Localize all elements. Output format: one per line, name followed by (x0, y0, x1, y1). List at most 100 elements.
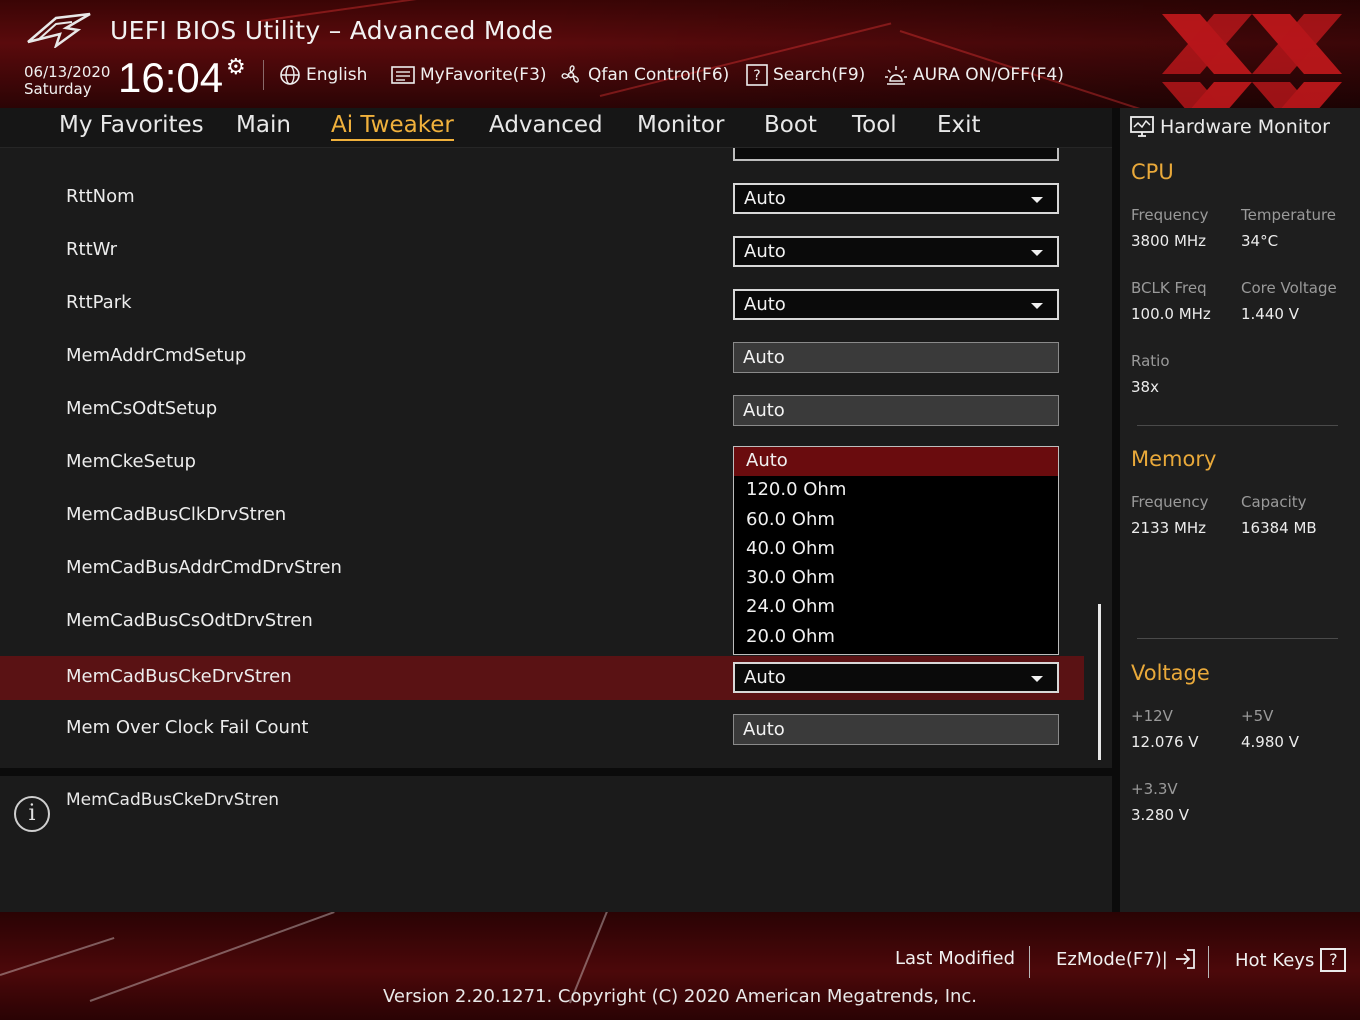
dropdown-arrow-icon (1031, 250, 1043, 256)
dropdown-arrow-icon (1031, 197, 1043, 203)
setting-value: Auto (743, 400, 785, 421)
search-button[interactable]: ? Search(F9) (746, 62, 865, 88)
memory-capacity-label: Capacity (1241, 493, 1307, 511)
tab-monitor[interactable]: Monitor (637, 112, 724, 138)
setting-label: MemCadBusCkeDrvStren (66, 666, 292, 687)
aura-light-icon (885, 66, 907, 85)
cpu-temperature-value: 34°C (1241, 232, 1279, 250)
favorite-list-icon (391, 66, 415, 84)
dropdown-option[interactable]: 40.0 Ohm (734, 535, 1058, 564)
dropdown-options-list: Auto 120.0 Ohm 60.0 Ohm 40.0 Ohm 30.0 Oh… (733, 446, 1059, 655)
dropdown-option[interactable]: Auto (734, 447, 1058, 477)
setting-value: Auto (744, 667, 786, 688)
setting-value: Auto (743, 347, 785, 368)
memory-capacity-value: 16384 MB (1241, 519, 1317, 537)
myfavorite-button[interactable]: MyFavorite(F3) (391, 62, 547, 88)
language-button[interactable]: English (279, 62, 367, 88)
aura-label: AURA ON/OFF(F4) (913, 65, 1064, 85)
hot-keys-button[interactable]: Hot Keys ? (1235, 948, 1347, 972)
dropdown-option[interactable]: 120.0 Ohm (734, 476, 1058, 505)
tab-ai-tweaker[interactable]: Ai Tweaker (331, 112, 454, 141)
bclk-label: BCLK Freq (1131, 279, 1207, 297)
version-text: Version 2.20.1271. Copyright (C) 2020 Am… (382, 986, 978, 1007)
search-label: Search(F9) (773, 65, 866, 85)
setting-label: MemCadBusAddrCmdDrvStren (66, 557, 342, 578)
clock-settings-gear-icon[interactable]: ⚙ (226, 55, 246, 80)
main-menu-tabs: My Favorites Main Ai Tweaker Advanced Mo… (0, 108, 1112, 148)
v12-value: 12.076 V (1131, 733, 1199, 751)
settings-scrollbar[interactable] (1098, 604, 1101, 760)
setting-label: MemCadBusCsOdtDrvStren (66, 610, 313, 631)
cpu-section-title: CPU (1131, 160, 1174, 184)
tab-advanced[interactable]: Advanced (489, 112, 603, 138)
setting-label: Mem Over Clock Fail Count (66, 717, 309, 738)
myfavorite-label: MyFavorite(F3) (420, 65, 547, 85)
setting-value: Auto (744, 188, 786, 209)
ratio-value: 38x (1131, 378, 1159, 396)
setting-label: RttNom (66, 186, 135, 207)
footer-divider (1208, 946, 1209, 978)
header-divider (263, 60, 264, 90)
setting-input[interactable]: Auto (733, 342, 1059, 373)
setting-input[interactable]: Auto (733, 714, 1059, 745)
footer-bar: Last Modified EzMode(F7)| Hot Keys ? Ver… (0, 912, 1360, 1020)
day-text: Saturday (24, 80, 92, 98)
setting-value: Auto (744, 294, 786, 315)
language-label: English (306, 65, 368, 85)
tab-my-favorites[interactable]: My Favorites (59, 112, 204, 138)
help-panel: i MemCadBusCkeDrvStren (0, 776, 1112, 912)
setting-row-rttwr[interactable]: RttWr Auto (0, 229, 1084, 273)
setting-dropdown[interactable]: Auto (733, 183, 1059, 214)
setting-row-rttpark[interactable]: RttPark Auto (0, 282, 1084, 326)
aura-toggle-button[interactable]: AURA ON/OFF(F4) (884, 62, 1064, 88)
section-divider (1137, 425, 1338, 426)
dropdown-option[interactable]: 20.0 Ohm (734, 623, 1058, 652)
app-title: UEFI BIOS Utility – Advanced Mode (110, 16, 554, 45)
setting-dropdown[interactable]: Auto (733, 289, 1059, 320)
setting-row-rttnom[interactable]: RttNom Auto (0, 176, 1084, 220)
info-icon: i (14, 796, 50, 832)
hot-keys-label: Hot Keys (1235, 949, 1315, 971)
hardware-monitor-title: Hardware Monitor (1130, 114, 1330, 140)
help-text: MemCadBusCkeDrvStren (66, 790, 280, 810)
v5-value: 4.980 V (1241, 733, 1299, 751)
monitor-icon (1130, 116, 1154, 137)
dropdown-option[interactable]: 24.0 Ohm (734, 593, 1058, 622)
qfan-control-button[interactable]: Qfan Control(F6) (559, 62, 729, 88)
tab-main[interactable]: Main (236, 112, 291, 138)
clock: 16:04 (118, 54, 224, 101)
cpu-frequency-value: 3800 MHz (1131, 232, 1207, 250)
dropdown-option[interactable]: 30.0 Ohm (734, 564, 1058, 593)
setting-label: MemCsOdtSetup (66, 398, 218, 419)
setting-label: RttPark (66, 292, 132, 313)
help-key-icon: ? (1320, 948, 1347, 972)
core-voltage-value: 1.440 V (1241, 305, 1299, 323)
tab-boot[interactable]: Boot (764, 112, 817, 138)
v33-label: +3.3V (1131, 780, 1178, 798)
v5-label: +5V (1241, 707, 1274, 725)
last-modified-label: Last Modified (895, 948, 1016, 969)
setting-label: MemCadBusClkDrvStren (66, 504, 287, 525)
setting-value: Auto (744, 241, 786, 262)
partial-setting-control[interactable] (733, 148, 1059, 161)
setting-dropdown[interactable]: Auto (733, 662, 1059, 693)
search-help-icon: ? (746, 64, 768, 86)
setting-dropdown[interactable]: Auto (733, 236, 1059, 267)
fan-icon (561, 65, 579, 83)
last-modified-button[interactable]: Last Modified (895, 948, 1015, 969)
v12-label: +12V (1131, 707, 1173, 725)
setting-row-mem-over-clock-fail-count[interactable]: Mem Over Clock Fail Count Auto (0, 707, 1084, 751)
exit-arrow-icon (1175, 949, 1195, 969)
setting-input[interactable]: Auto (733, 395, 1059, 426)
cpu-temperature-label: Temperature (1241, 206, 1337, 224)
setting-row-memcsodtsetup[interactable]: MemCsOdtSetup Auto (0, 388, 1084, 432)
memory-frequency-value: 2133 MHz (1131, 519, 1207, 537)
memory-section-title: Memory (1131, 447, 1217, 471)
ezmode-button[interactable]: EzMode(F7)| (1056, 948, 1196, 970)
setting-row-memcadbuscke-drvstren-selected[interactable]: MemCadBusCkeDrvStren Auto (0, 656, 1084, 700)
tab-tool[interactable]: Tool (852, 112, 897, 138)
dropdown-option[interactable]: 60.0 Ohm (734, 506, 1058, 535)
setting-label: MemAddrCmdSetup (66, 345, 247, 366)
setting-row-memaddrcmdsetup[interactable]: MemAddrCmdSetup Auto (0, 335, 1084, 379)
tab-exit[interactable]: Exit (937, 112, 981, 138)
